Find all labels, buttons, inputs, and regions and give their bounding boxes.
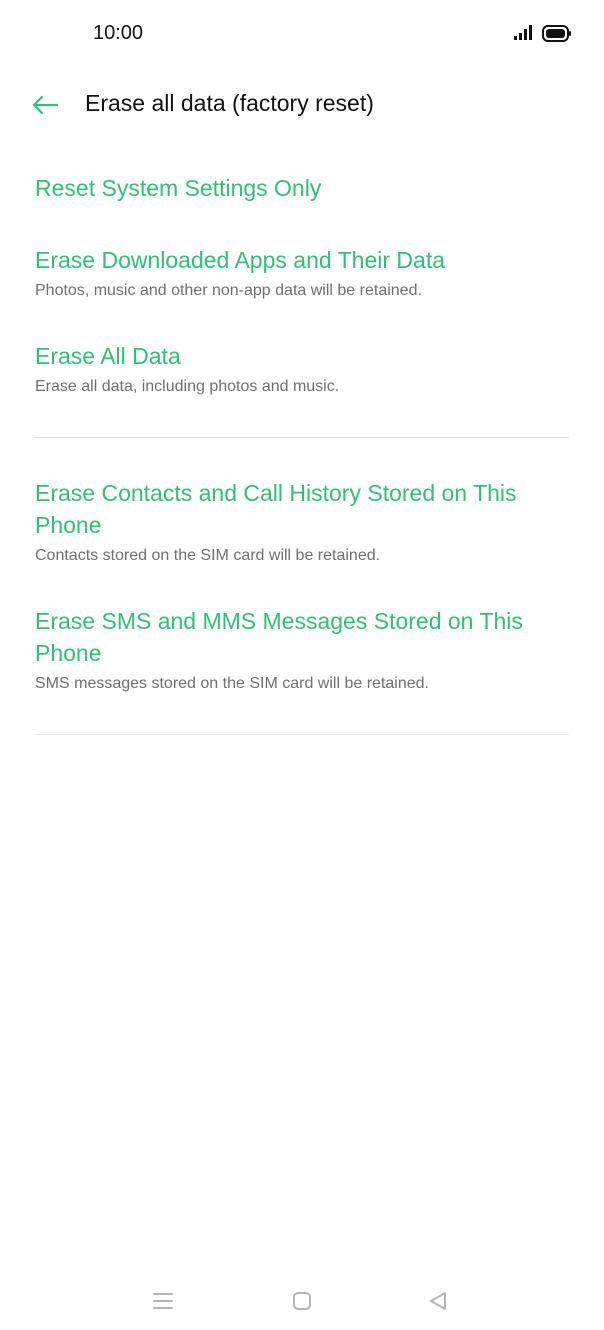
- recent-apps-button[interactable]: [148, 1286, 178, 1316]
- erase-all-data-option[interactable]: Erase All Data Erase all data, including…: [35, 340, 569, 397]
- menu-icon: [153, 1293, 173, 1309]
- reset-system-settings-option[interactable]: Reset System Settings Only: [35, 172, 569, 204]
- back-button[interactable]: [28, 88, 62, 122]
- option-title: Erase Contacts and Call History Stored o…: [35, 480, 517, 538]
- battery-icon: [542, 25, 571, 42]
- option-title: Erase Downloaded Apps and Their Data: [35, 247, 446, 273]
- divider: [35, 437, 569, 438]
- page-title: Erase all data (factory reset): [85, 90, 374, 116]
- arrow-left-icon: [32, 95, 59, 115]
- option-title: Erase SMS and MMS Messages Stored on Thi…: [35, 608, 523, 666]
- option-description: Photos, music and other non-app data wil…: [35, 282, 422, 299]
- erase-downloaded-apps-option[interactable]: Erase Downloaded Apps and Their Data Pho…: [35, 244, 569, 301]
- divider: [35, 734, 569, 735]
- erase-contacts-option[interactable]: Erase Contacts and Call History Stored o…: [35, 477, 569, 566]
- status-bar: 10:00: [0, 0, 604, 70]
- option-description: Contacts stored on the SIM card will be …: [35, 547, 381, 564]
- status-time: 10:00: [93, 22, 144, 44]
- app-bar: Erase all data (factory reset): [0, 70, 604, 140]
- back-icon: [430, 1292, 446, 1310]
- nav-back-button[interactable]: [423, 1286, 453, 1316]
- home-button[interactable]: [287, 1286, 317, 1316]
- option-title: Erase All Data: [35, 343, 181, 369]
- signal-icon: [514, 25, 532, 40]
- option-title: Reset System Settings Only: [35, 175, 322, 201]
- erase-sms-mms-option[interactable]: Erase SMS and MMS Messages Stored on Thi…: [35, 605, 569, 694]
- home-icon: [293, 1292, 311, 1310]
- option-description: Erase all data, including photos and mus…: [35, 378, 340, 395]
- navigation-bar: [0, 1270, 604, 1330]
- option-description: SMS messages stored on the SIM card will…: [35, 675, 429, 692]
